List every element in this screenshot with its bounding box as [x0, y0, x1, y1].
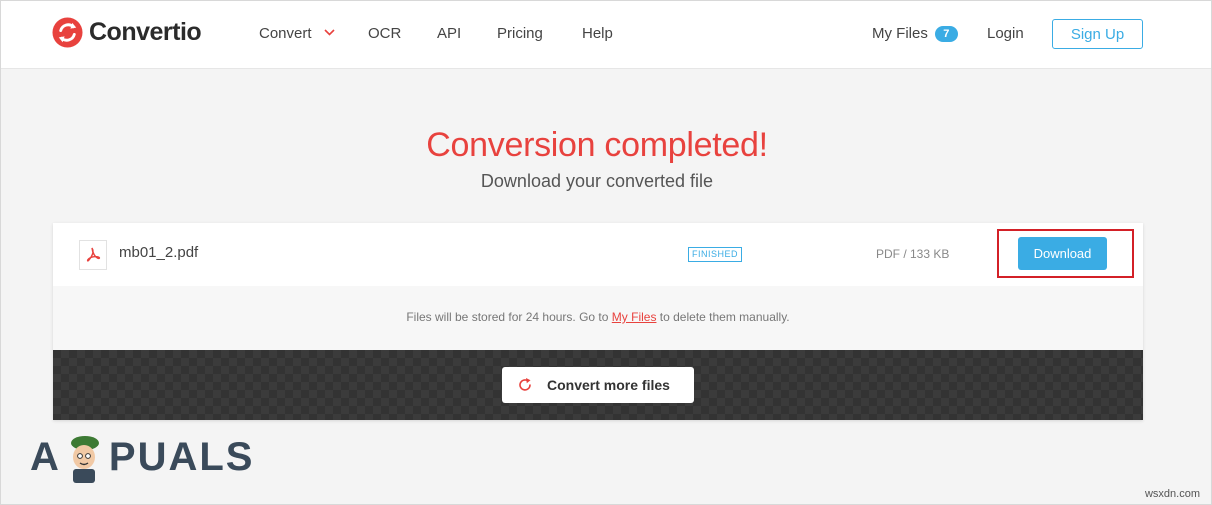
- my-files-count-badge: 7: [934, 25, 958, 42]
- convertio-logo-icon: [52, 17, 83, 48]
- signup-button[interactable]: Sign Up: [1052, 19, 1143, 49]
- watermark-letter-a: A: [30, 435, 61, 479]
- my-files-label: My Files: [872, 25, 928, 42]
- notice-text-after: to delete them manually.: [656, 310, 790, 324]
- convert-more-band: Convert more files: [53, 350, 1143, 420]
- my-files-link[interactable]: My Files 7: [872, 25, 958, 42]
- nav-convert[interactable]: Convert: [259, 25, 335, 42]
- nav-pricing[interactable]: Pricing: [497, 25, 543, 42]
- refresh-icon: [519, 378, 531, 391]
- file-name: mb01_2.pdf: [119, 244, 199, 261]
- nav-ocr[interactable]: OCR: [368, 25, 401, 42]
- storage-notice: Files will be stored for 24 hours. Go to…: [53, 310, 1143, 324]
- download-button[interactable]: Download: [1018, 237, 1107, 270]
- convert-more-files-label: Convert more files: [547, 377, 670, 393]
- top-navigation-bar: Convertio Convert OCR API Pricing Help M…: [0, 0, 1212, 69]
- nav-convert-label: Convert: [259, 25, 312, 42]
- conversion-result-card: mb01_2.pdf FINISHED PDF / 133 KB Downloa…: [53, 223, 1143, 420]
- watermark-letters-puals: PUALS: [108, 435, 255, 479]
- page-subtitle: Download your converted file: [480, 171, 714, 191]
- nav-help[interactable]: Help: [582, 25, 613, 42]
- appuals-watermark-logo: A PUALS: [30, 433, 255, 483]
- convert-more-files-button[interactable]: Convert more files: [502, 367, 694, 403]
- chevron-down-icon: [324, 29, 335, 36]
- notice-text-before: Files will be stored for 24 hours. Go to: [406, 310, 612, 324]
- file-type-size: PDF / 133 KB: [876, 247, 950, 261]
- mascot-icon: [70, 436, 99, 483]
- nav-api[interactable]: API: [437, 25, 461, 42]
- brand-name: Convertio: [89, 18, 202, 46]
- storage-notice-band: Files will be stored for 24 hours. Go to…: [53, 286, 1143, 350]
- page-title: Conversion completed!: [426, 126, 768, 164]
- my-files-inline-link[interactable]: My Files: [612, 310, 657, 324]
- site-watermark: wsxdn.com: [1144, 488, 1200, 500]
- status-badge: FINISHED: [688, 247, 743, 262]
- pdf-icon: [79, 240, 107, 270]
- pdf-glyph-icon: [86, 247, 101, 262]
- file-row: mb01_2.pdf FINISHED PDF / 133 KB Downloa…: [53, 223, 1143, 287]
- convertio-logo[interactable]: Convertio: [52, 17, 202, 48]
- login-link[interactable]: Login: [987, 25, 1024, 42]
